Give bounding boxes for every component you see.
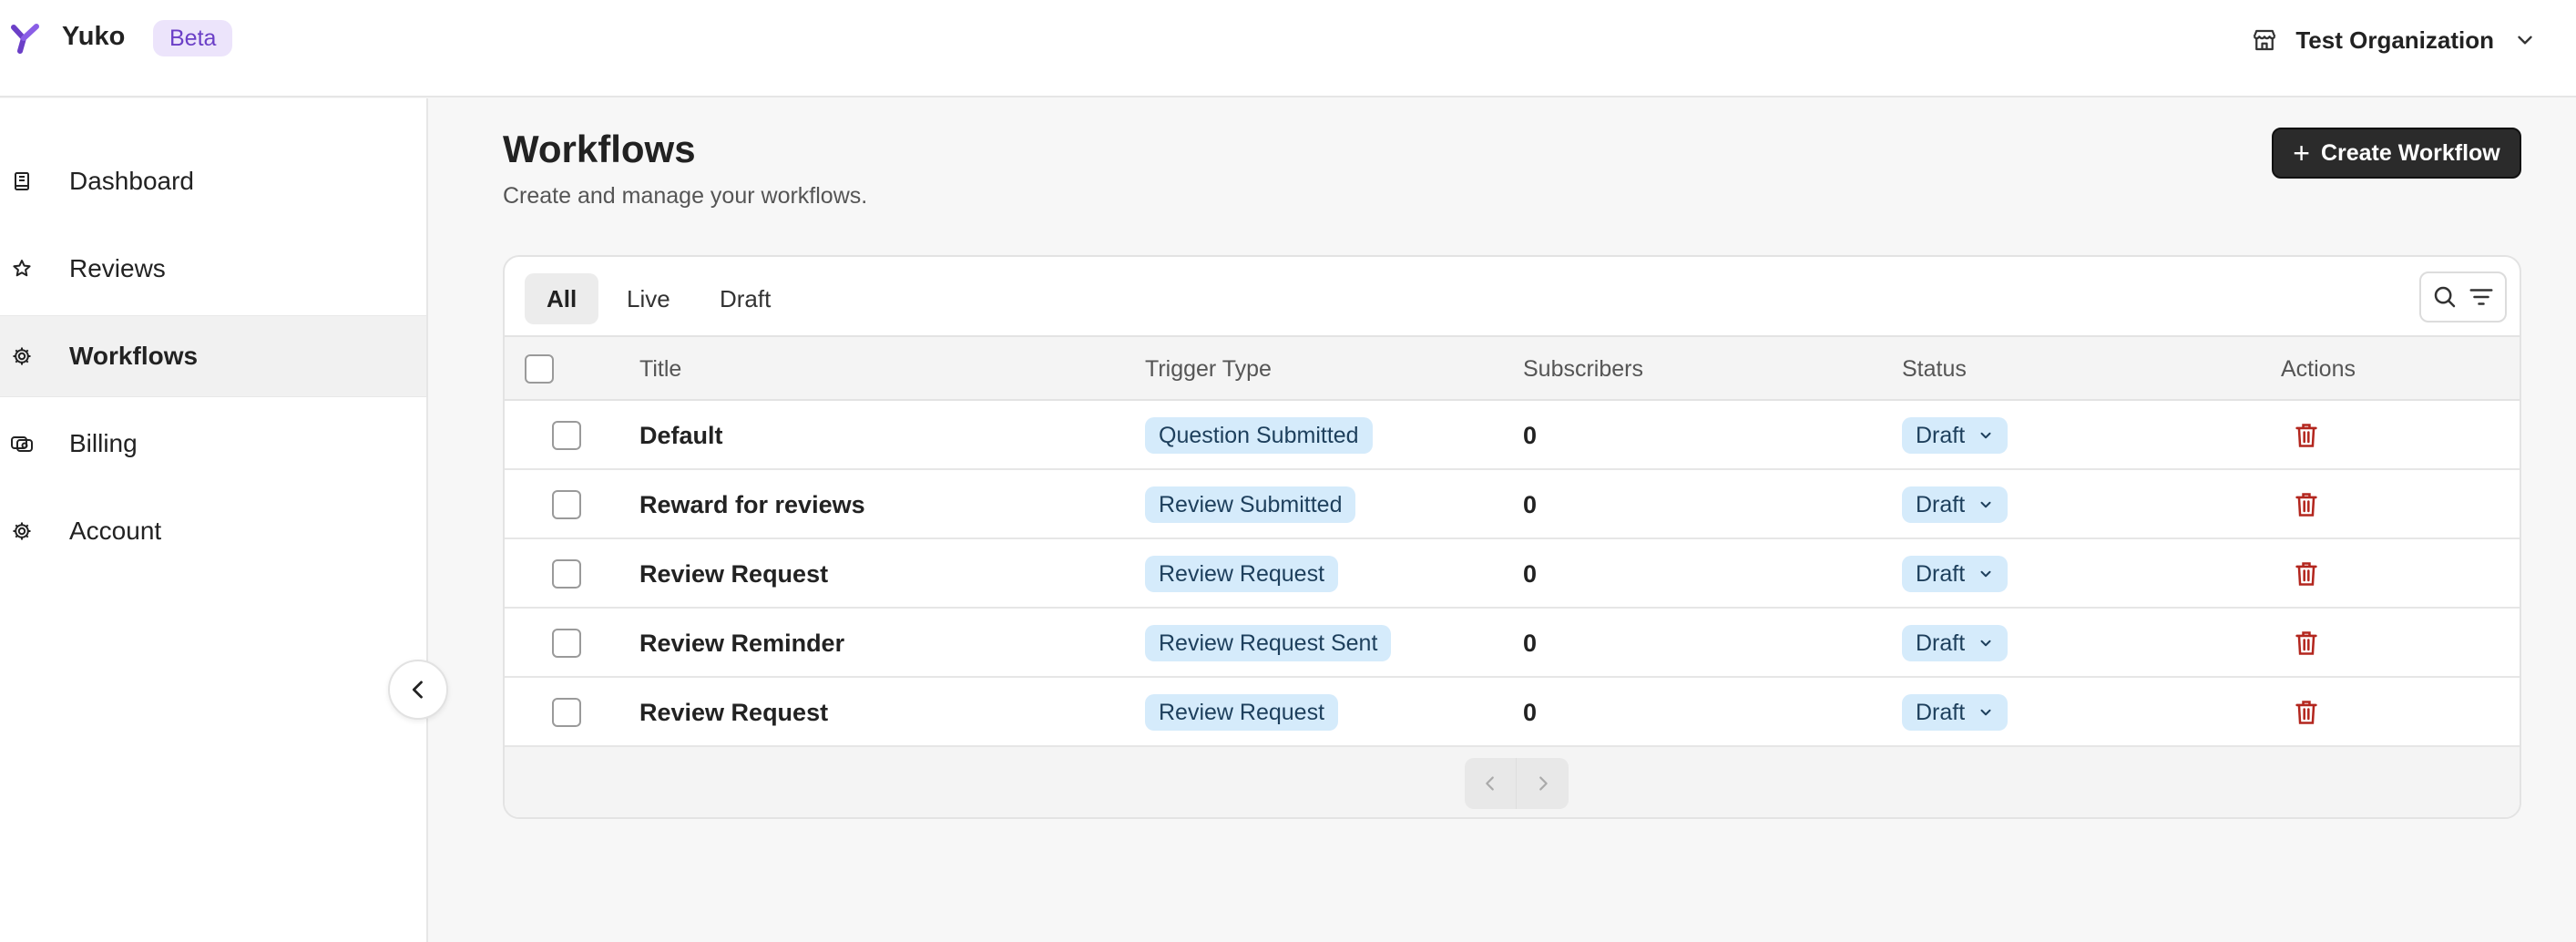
sidebar-item-label: Billing [69, 429, 138, 457]
workflows-table-card: All Live Draft Title Trigger Type Subscr… [503, 255, 2521, 819]
column-header-status[interactable]: Status [1902, 337, 1967, 401]
status-label: Draft [1916, 422, 1966, 448]
table-row[interactable]: Review Reminder Review Request Sent 0 Dr… [505, 609, 2520, 678]
row-checkbox[interactable] [552, 629, 581, 658]
subscriber-count: 0 [1523, 490, 1538, 518]
status-label: Draft [1916, 630, 1966, 656]
delete-icon[interactable] [2294, 630, 2319, 657]
brand-name[interactable]: Yuko [62, 22, 125, 52]
organization-name: Test Organization [2295, 26, 2494, 54]
sidebar-item-dashboard[interactable]: Dashboard [0, 140, 426, 222]
create-workflow-button[interactable]: + Create Workflow [2272, 128, 2521, 179]
sidebar-item-workflows[interactable]: Workflows [0, 315, 426, 397]
filter-icon[interactable] [2468, 283, 2495, 311]
column-header-actions: Actions [2281, 356, 2356, 382]
sidebar-item-billing[interactable]: Billing [0, 403, 426, 485]
chevron-down-icon [1978, 497, 1994, 513]
trigger-type-badge: Question Submitted [1145, 417, 1373, 454]
select-all-checkbox[interactable] [525, 354, 554, 384]
chevron-left-icon [405, 677, 431, 702]
beta-badge: Beta [153, 20, 233, 56]
trigger-type-badge: Review Submitted [1145, 486, 1356, 523]
table-row[interactable]: Review Request Review Request 0 Draft [505, 539, 2520, 609]
sidebar-item-label: Dashboard [69, 167, 194, 195]
chevron-down-icon [1978, 704, 1994, 721]
status-label: Draft [1916, 699, 1966, 725]
workflow-title[interactable]: Reward for reviews [639, 470, 865, 539]
delete-icon[interactable] [2294, 422, 2319, 449]
organization-switcher[interactable]: Test Organization [2250, 20, 2540, 60]
next-page-button[interactable] [1517, 758, 1569, 809]
table-row[interactable]: Default Question Submitted 0 Draft [505, 401, 2520, 470]
row-checkbox[interactable] [552, 421, 581, 450]
store-icon [2250, 26, 2279, 55]
subscriber-count: 0 [1523, 698, 1538, 726]
subscriber-count: 0 [1523, 629, 1538, 657]
chevron-down-icon [1978, 427, 1994, 444]
workflow-title[interactable]: Review Request [639, 678, 828, 747]
sidebar-item-reviews[interactable]: Reviews [0, 228, 426, 310]
sidebar-item-label: Account [69, 517, 162, 545]
status-dropdown[interactable]: Draft [1902, 694, 2009, 731]
sidebar-item-label: Workflows [69, 342, 199, 370]
subscriber-count: 0 [1523, 421, 1538, 449]
chevron-down-icon [1978, 566, 1994, 582]
workflow-title[interactable]: Review Reminder [639, 609, 844, 678]
star-icon [9, 256, 35, 282]
column-header-title[interactable]: Title [639, 337, 681, 401]
sidebar-collapse-button[interactable] [388, 660, 448, 720]
status-label: Draft [1916, 560, 1966, 587]
status-dropdown[interactable]: Draft [1902, 556, 2009, 592]
sidebar-item-label: Reviews [69, 254, 166, 282]
table-header: Title Trigger Type Subscribers Status Ac… [505, 337, 2520, 401]
status-label: Draft [1916, 491, 1966, 517]
row-checkbox[interactable] [552, 559, 581, 589]
row-checkbox[interactable] [552, 698, 581, 727]
trigger-type-badge: Review Request Sent [1145, 625, 1392, 661]
chevron-down-icon [2510, 26, 2540, 55]
column-header-subscribers[interactable]: Subscribers [1523, 337, 1643, 401]
sidebar: Dashboard Reviews Workflows Billing Acco… [0, 98, 428, 942]
table-row[interactable]: Review Request Review Request 0 Draft [505, 678, 2520, 747]
delete-icon[interactable] [2294, 491, 2319, 518]
workflow-title[interactable]: Default [639, 401, 723, 470]
gear-icon [9, 518, 35, 544]
yuko-logo-icon[interactable] [9, 22, 42, 55]
chevron-down-icon [1978, 635, 1994, 651]
delete-icon[interactable] [2294, 560, 2319, 588]
status-dropdown[interactable]: Draft [1902, 486, 2009, 523]
filter-tabs: All Live Draft [505, 257, 2520, 337]
delete-icon[interactable] [2294, 699, 2319, 726]
page-title: Workflows [503, 128, 696, 170]
sidebar-item-account[interactable]: Account [0, 490, 426, 572]
page-subtitle: Create and manage your workflows. [503, 183, 868, 209]
subscriber-count: 0 [1523, 559, 1538, 588]
trigger-type-badge: Review Request [1145, 694, 1339, 731]
status-dropdown[interactable]: Draft [1902, 417, 2009, 454]
create-workflow-label: Create Workflow [2320, 139, 2500, 166]
status-dropdown[interactable]: Draft [1902, 625, 2009, 661]
row-checkbox[interactable] [552, 490, 581, 519]
coins-icon [9, 431, 35, 456]
tab-all[interactable]: All [525, 273, 599, 324]
gear-icon [9, 343, 35, 369]
table-footer [505, 747, 2520, 817]
search-filter-toggle [2419, 271, 2507, 323]
tab-draft[interactable]: Draft [698, 273, 792, 324]
column-header-trigger-type[interactable]: Trigger Type [1145, 337, 1272, 401]
workflow-title[interactable]: Review Request [639, 539, 828, 609]
top-bar: Yuko Beta Test Organization [0, 0, 2576, 97]
trigger-type-badge: Review Request [1145, 556, 1339, 592]
table-row[interactable]: Reward for reviews Review Submitted 0 Dr… [505, 470, 2520, 539]
search-icon[interactable] [2431, 283, 2458, 311]
pagination [1465, 758, 1569, 809]
book-icon [9, 169, 35, 194]
plus-icon: + [2293, 137, 2310, 169]
tab-live[interactable]: Live [605, 273, 692, 324]
previous-page-button[interactable] [1465, 758, 1517, 809]
